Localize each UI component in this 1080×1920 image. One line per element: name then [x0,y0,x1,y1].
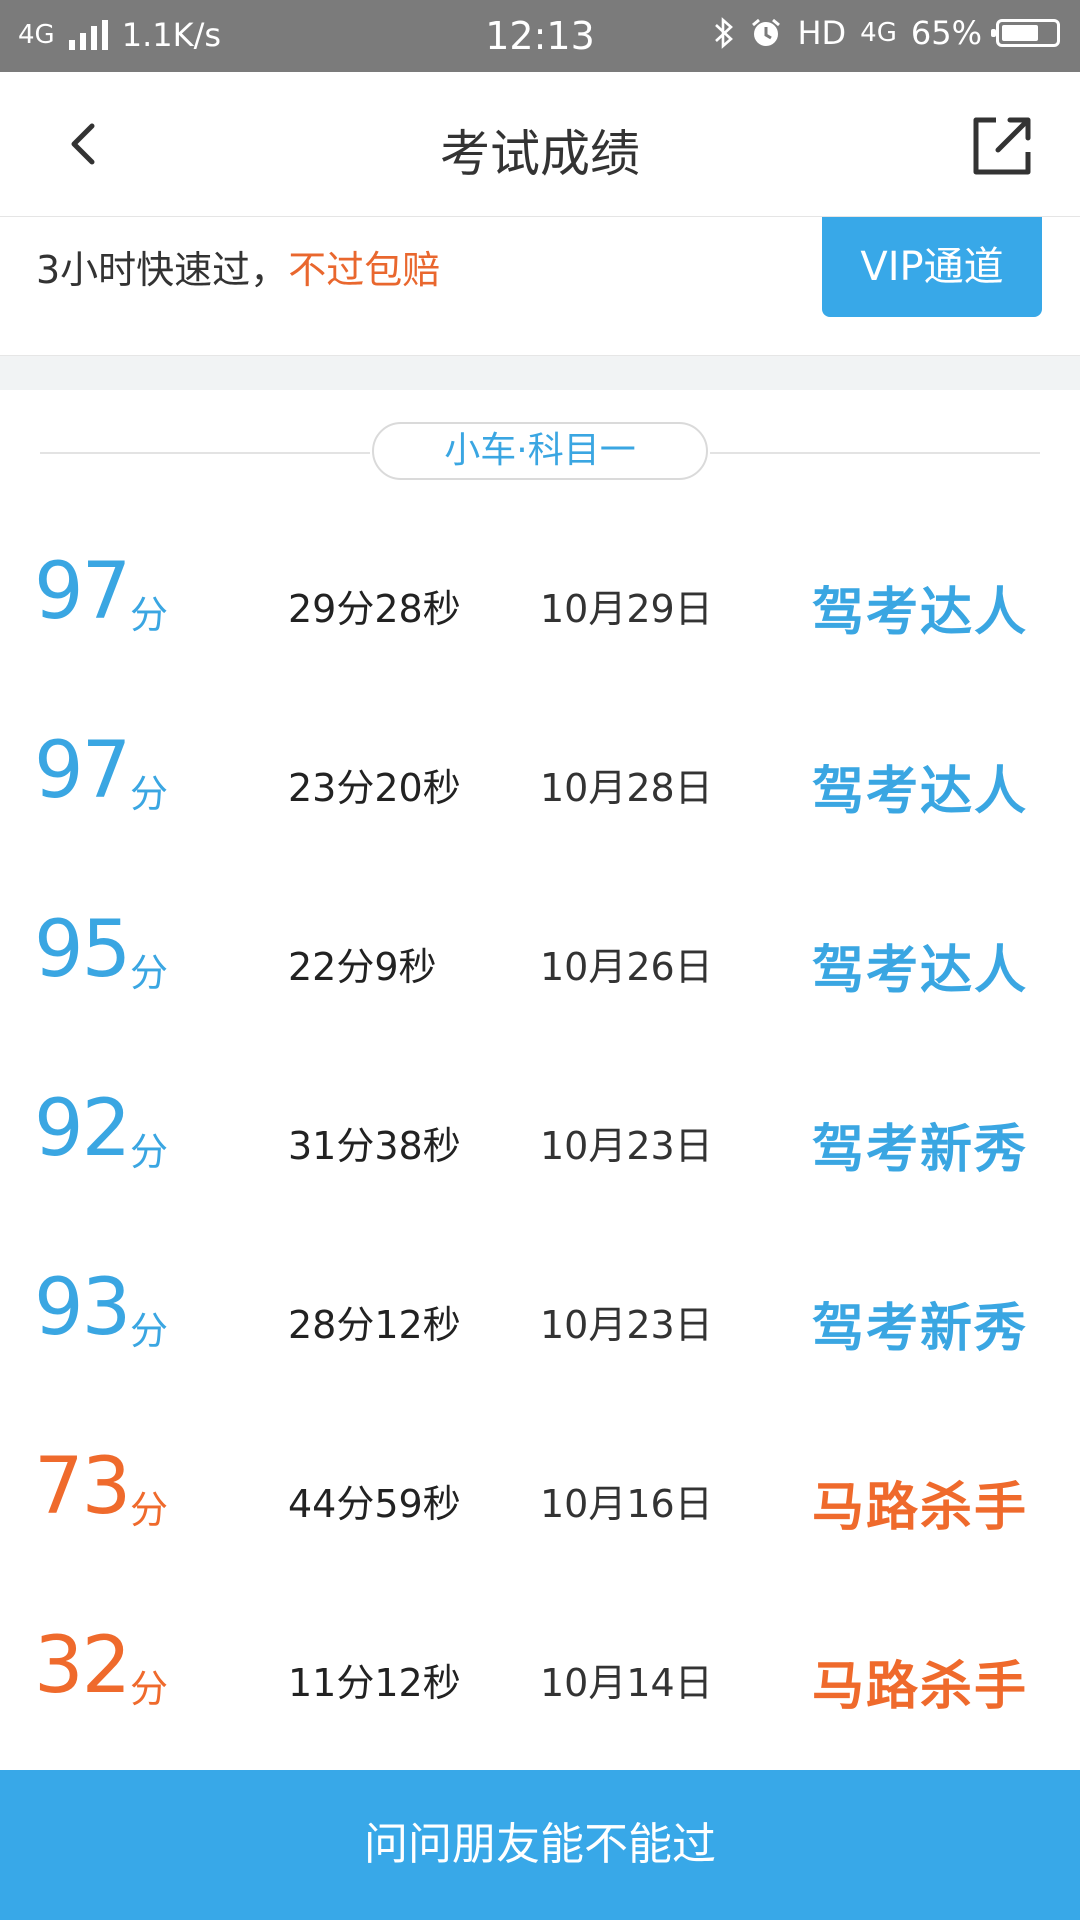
promo-highlight: 不过包赔 [288,248,441,292]
score-value: 95 [34,905,131,995]
score-unit: 分 [130,951,169,995]
divider-left [40,452,370,454]
promo-text: 3小时快速过，不过包赔 [36,239,440,294]
bluetooth-icon [715,17,734,49]
network-type-right: 4G [860,18,897,48]
ask-friends-button[interactable]: 问问朋友能不能过 [0,1770,1080,1920]
score-value: 92 [34,1084,131,1174]
exam-date: 10月29日 [540,587,713,631]
alarm-icon [752,18,781,46]
rank-title: 驾考达人 [811,941,1028,1001]
status-right: HD 4G 65% [713,14,1060,52]
rank-title: 马路杀手 [811,1478,1028,1538]
vip-button[interactable]: VIP通道 [822,217,1042,317]
hd-indicator: HD [797,14,847,52]
score-value: 97 [34,726,131,816]
exam-date: 10月23日 [540,1303,713,1347]
battery-percent: 65% [910,14,982,52]
nav-bar: 考试成绩 [0,72,1080,217]
battery-icon [991,19,1060,47]
exam-duration: 22分9秒 [288,945,437,989]
score-list: 97 分 29分28秒 10月29日 驾考达人 97 分 23分20秒 10月2… [0,516,1080,1769]
score-value: 73 [34,1442,131,1532]
score-unit: 分 [130,1488,169,1532]
exam-duration: 28分12秒 [288,1303,461,1347]
section-divider [0,355,1080,390]
divider-right [710,452,1040,454]
score-unit: 分 [130,1130,169,1174]
rank-title: 驾考达人 [811,762,1028,822]
score-unit: 分 [130,1309,169,1353]
exam-duration: 29分28秒 [288,587,461,631]
score-row[interactable]: 97 分 29分28秒 10月29日 驾考达人 [0,516,1080,695]
rank-title: 驾考新秀 [811,1120,1028,1180]
score-row[interactable]: 97 分 23分20秒 10月28日 驾考达人 [0,695,1080,874]
exam-duration: 11分12秒 [288,1661,461,1705]
score-value: 97 [34,547,131,637]
score-row[interactable]: 93 分 28分12秒 10月23日 驾考新秀 [0,1232,1080,1411]
exam-duration: 31分38秒 [288,1124,461,1168]
promo-banner: 3小时快速过，不过包赔 VIP通道 [0,217,1080,355]
exam-date: 10月16日 [540,1482,713,1526]
exam-duration: 44分59秒 [288,1482,461,1526]
rank-title: 驾考达人 [811,583,1028,643]
score-row[interactable]: 73 分 44分59秒 10月16日 马路杀手 [0,1411,1080,1590]
section-header: 小车·科目一 [40,422,1040,484]
section-label: 小车·科目一 [372,422,708,480]
score-row[interactable]: 92 分 31分38秒 10月23日 驾考新秀 [0,1053,1080,1232]
exam-date: 10月23日 [540,1124,713,1168]
score-value: 93 [34,1263,131,1353]
exam-date: 10月28日 [540,766,713,810]
score-unit: 分 [130,1667,169,1711]
score-row[interactable]: 32 分 11分12秒 10月14日 马路杀手 [0,1590,1080,1769]
score-unit: 分 [130,593,169,637]
exam-date: 10月26日 [540,945,713,989]
promo-message: 3小时快速过， [36,248,289,292]
rank-title: 马路杀手 [811,1657,1028,1717]
share-icon[interactable] [968,112,1036,180]
exam-duration: 23分20秒 [288,766,461,810]
status-bar: 4G 1.1K/s 12:13 HD 4G 65% [0,0,1080,72]
score-value: 32 [34,1621,131,1711]
exam-date: 10月14日 [540,1661,713,1705]
page-title: 考试成绩 [440,125,640,183]
rank-title: 驾考新秀 [811,1299,1028,1359]
score-unit: 分 [130,772,169,816]
score-row[interactable]: 95 分 22分9秒 10月26日 驾考达人 [0,874,1080,1053]
